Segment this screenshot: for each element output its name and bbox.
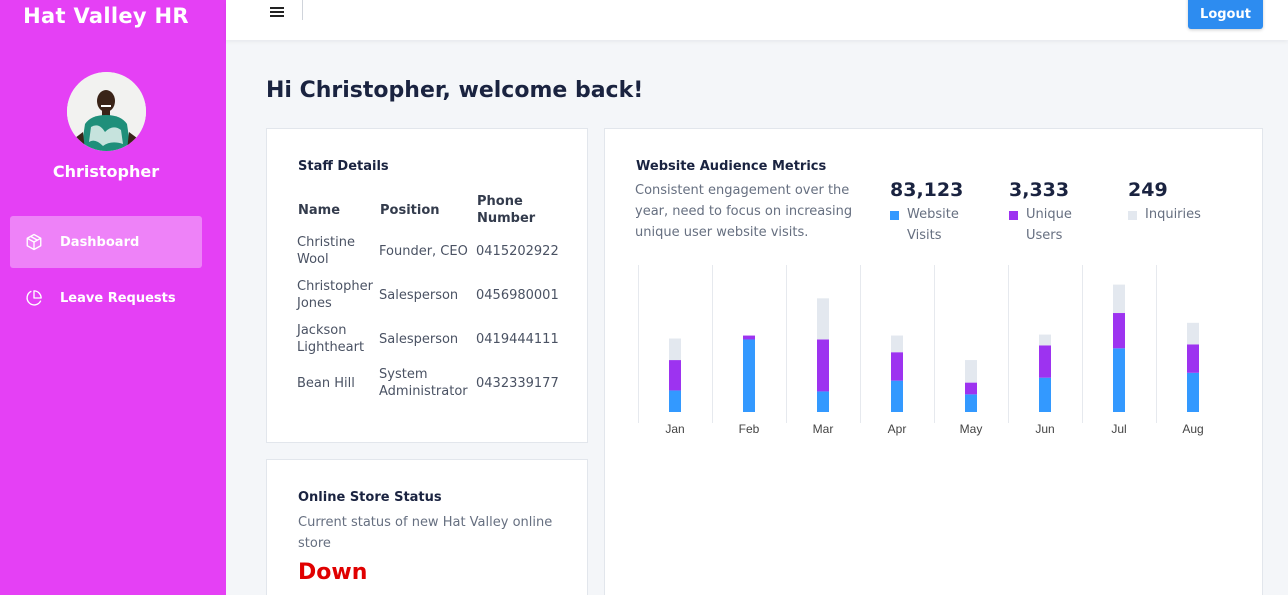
sidebar-item-label: Leave Requests <box>60 290 176 306</box>
x-tick-label: Jul <box>1111 422 1126 436</box>
card-title: Staff Details <box>298 159 389 174</box>
bar-may-series-0 <box>965 394 977 412</box>
audience-metrics-card: Website Audience Metrics Consistent enga… <box>604 128 1263 595</box>
stat-label: Inquiries <box>1145 207 1201 222</box>
bar-apr-series-2 <box>891 335 903 353</box>
staff-position: Salesperson <box>379 287 459 303</box>
bar-jun-series-0 <box>1039 377 1051 412</box>
bar-jul-series-0 <box>1113 348 1125 412</box>
bar-apr-series-1 <box>891 352 903 381</box>
bar-jan-series-2 <box>669 338 681 361</box>
sidebar-item-label: Dashboard <box>60 234 140 250</box>
table-row: Christine Wool Founder, CEO 0415202922 <box>297 229 566 273</box>
bar-mar-series-0 <box>817 391 829 412</box>
staff-name: Jackson Lightheart <box>297 323 365 355</box>
stat-label: Website Visits <box>907 207 959 243</box>
legend-swatch <box>1128 211 1137 220</box>
staff-position: Founder, CEO <box>379 243 468 259</box>
card-title: Website Audience Metrics <box>636 159 827 174</box>
audience-bar-chart: Jan Feb Mar Apr May Jun Jul Aug <box>638 265 1204 436</box>
column-header-position: Position <box>380 202 440 218</box>
staff-table: Name Position Phone Number Christine Woo… <box>297 191 566 405</box>
table-row: Bean Hill System Administrator 043233917… <box>297 361 566 405</box>
bar-jan-series-0 <box>669 390 681 412</box>
bar-may-series-2 <box>965 360 977 383</box>
bar-may-series-1 <box>965 382 977 395</box>
staff-name: Bean Hill <box>297 375 355 391</box>
staff-phone: 0456980001 <box>476 287 559 303</box>
store-status: Down <box>298 560 368 585</box>
online-store-card: Online Store Status Current status of ne… <box>266 459 588 595</box>
bar-feb-series-1 <box>743 335 755 340</box>
x-tick-label: Feb <box>739 422 760 436</box>
table-row: Jackson Lightheart Salesperson 041944411… <box>297 317 566 361</box>
staff-position: Salesperson <box>379 331 459 347</box>
staff-details-card: Staff Details Name Position Phone Number… <box>266 128 588 443</box>
stat-value: 249 <box>1128 179 1168 201</box>
table-row: Christopher Jones Salesperson 0456980001 <box>297 273 566 317</box>
cube-icon <box>22 230 46 254</box>
legend-swatch <box>1009 211 1018 220</box>
sidebar: Hat Valley HR Christopher Dashboard Leav… <box>0 0 226 595</box>
sidebar-item-dashboard[interactable]: Dashboard <box>10 216 202 268</box>
staff-phone: 0419444111 <box>476 331 559 347</box>
bar-apr-series-0 <box>891 380 903 412</box>
stat-unique-users: 3,333 Unique Users <box>1009 179 1109 246</box>
bar-aug-series-2 <box>1187 322 1199 345</box>
bar-jul-series-2 <box>1113 284 1125 314</box>
bar-aug-series-1 <box>1187 344 1199 373</box>
avatar <box>67 72 146 151</box>
column-header-phone: Phone Number <box>477 194 536 226</box>
pie-chart-icon <box>22 286 46 310</box>
bar-mar-series-1 <box>817 339 829 392</box>
staff-name: Christopher Jones <box>297 279 373 311</box>
stat-inquiries: 249 Inquiries <box>1128 179 1238 225</box>
sidebar-item-leave-requests[interactable]: Leave Requests <box>10 272 202 324</box>
x-tick-label: Jun <box>1035 422 1054 436</box>
x-tick-label: May <box>960 422 983 436</box>
bar-jun-series-1 <box>1039 345 1051 378</box>
stat-value: 83,123 <box>890 179 964 201</box>
x-tick-label: Mar <box>813 422 834 436</box>
x-tick-label: Jan <box>665 422 684 436</box>
column-header-name: Name <box>298 202 341 218</box>
staff-name: Christine Wool <box>297 235 355 267</box>
bar-aug-series-0 <box>1187 372 1199 412</box>
profile-photo <box>67 72 146 151</box>
stat-value: 3,333 <box>1009 179 1070 201</box>
card-title: Online Store Status <box>298 490 442 505</box>
legend-swatch <box>890 211 899 220</box>
page-title: Hi Christopher, welcome back! <box>266 78 644 103</box>
card-description: Current status of new Hat Valley online … <box>298 515 553 551</box>
card-description: Consistent engagement over the year, nee… <box>635 183 853 240</box>
bar-jan-series-1 <box>669 360 681 391</box>
table-header-row: Name Position Phone Number <box>297 191 566 229</box>
x-tick-label: Apr <box>888 422 907 436</box>
bar-feb-series-0 <box>743 339 755 412</box>
bar-jul-series-1 <box>1113 313 1125 349</box>
staff-position: System Administrator <box>379 367 468 399</box>
x-tick-label: Aug <box>1182 422 1203 436</box>
staff-phone: 0432339177 <box>476 375 559 391</box>
stat-label: Unique Users <box>1026 207 1072 243</box>
user-name: Christopher <box>52 162 160 181</box>
staff-phone: 0415202922 <box>476 243 559 259</box>
stat-website-visits: 83,123 Website Visits <box>890 179 990 246</box>
bar-jun-series-2 <box>1039 334 1051 346</box>
app-brand: Hat Valley HR <box>23 4 189 28</box>
divider <box>302 0 303 20</box>
bar-mar-series-2 <box>817 298 829 340</box>
logout-button[interactable]: Logout <box>1188 0 1263 29</box>
hamburger-menu-icon[interactable] <box>266 3 288 21</box>
top-bar: Logout <box>226 0 1288 40</box>
